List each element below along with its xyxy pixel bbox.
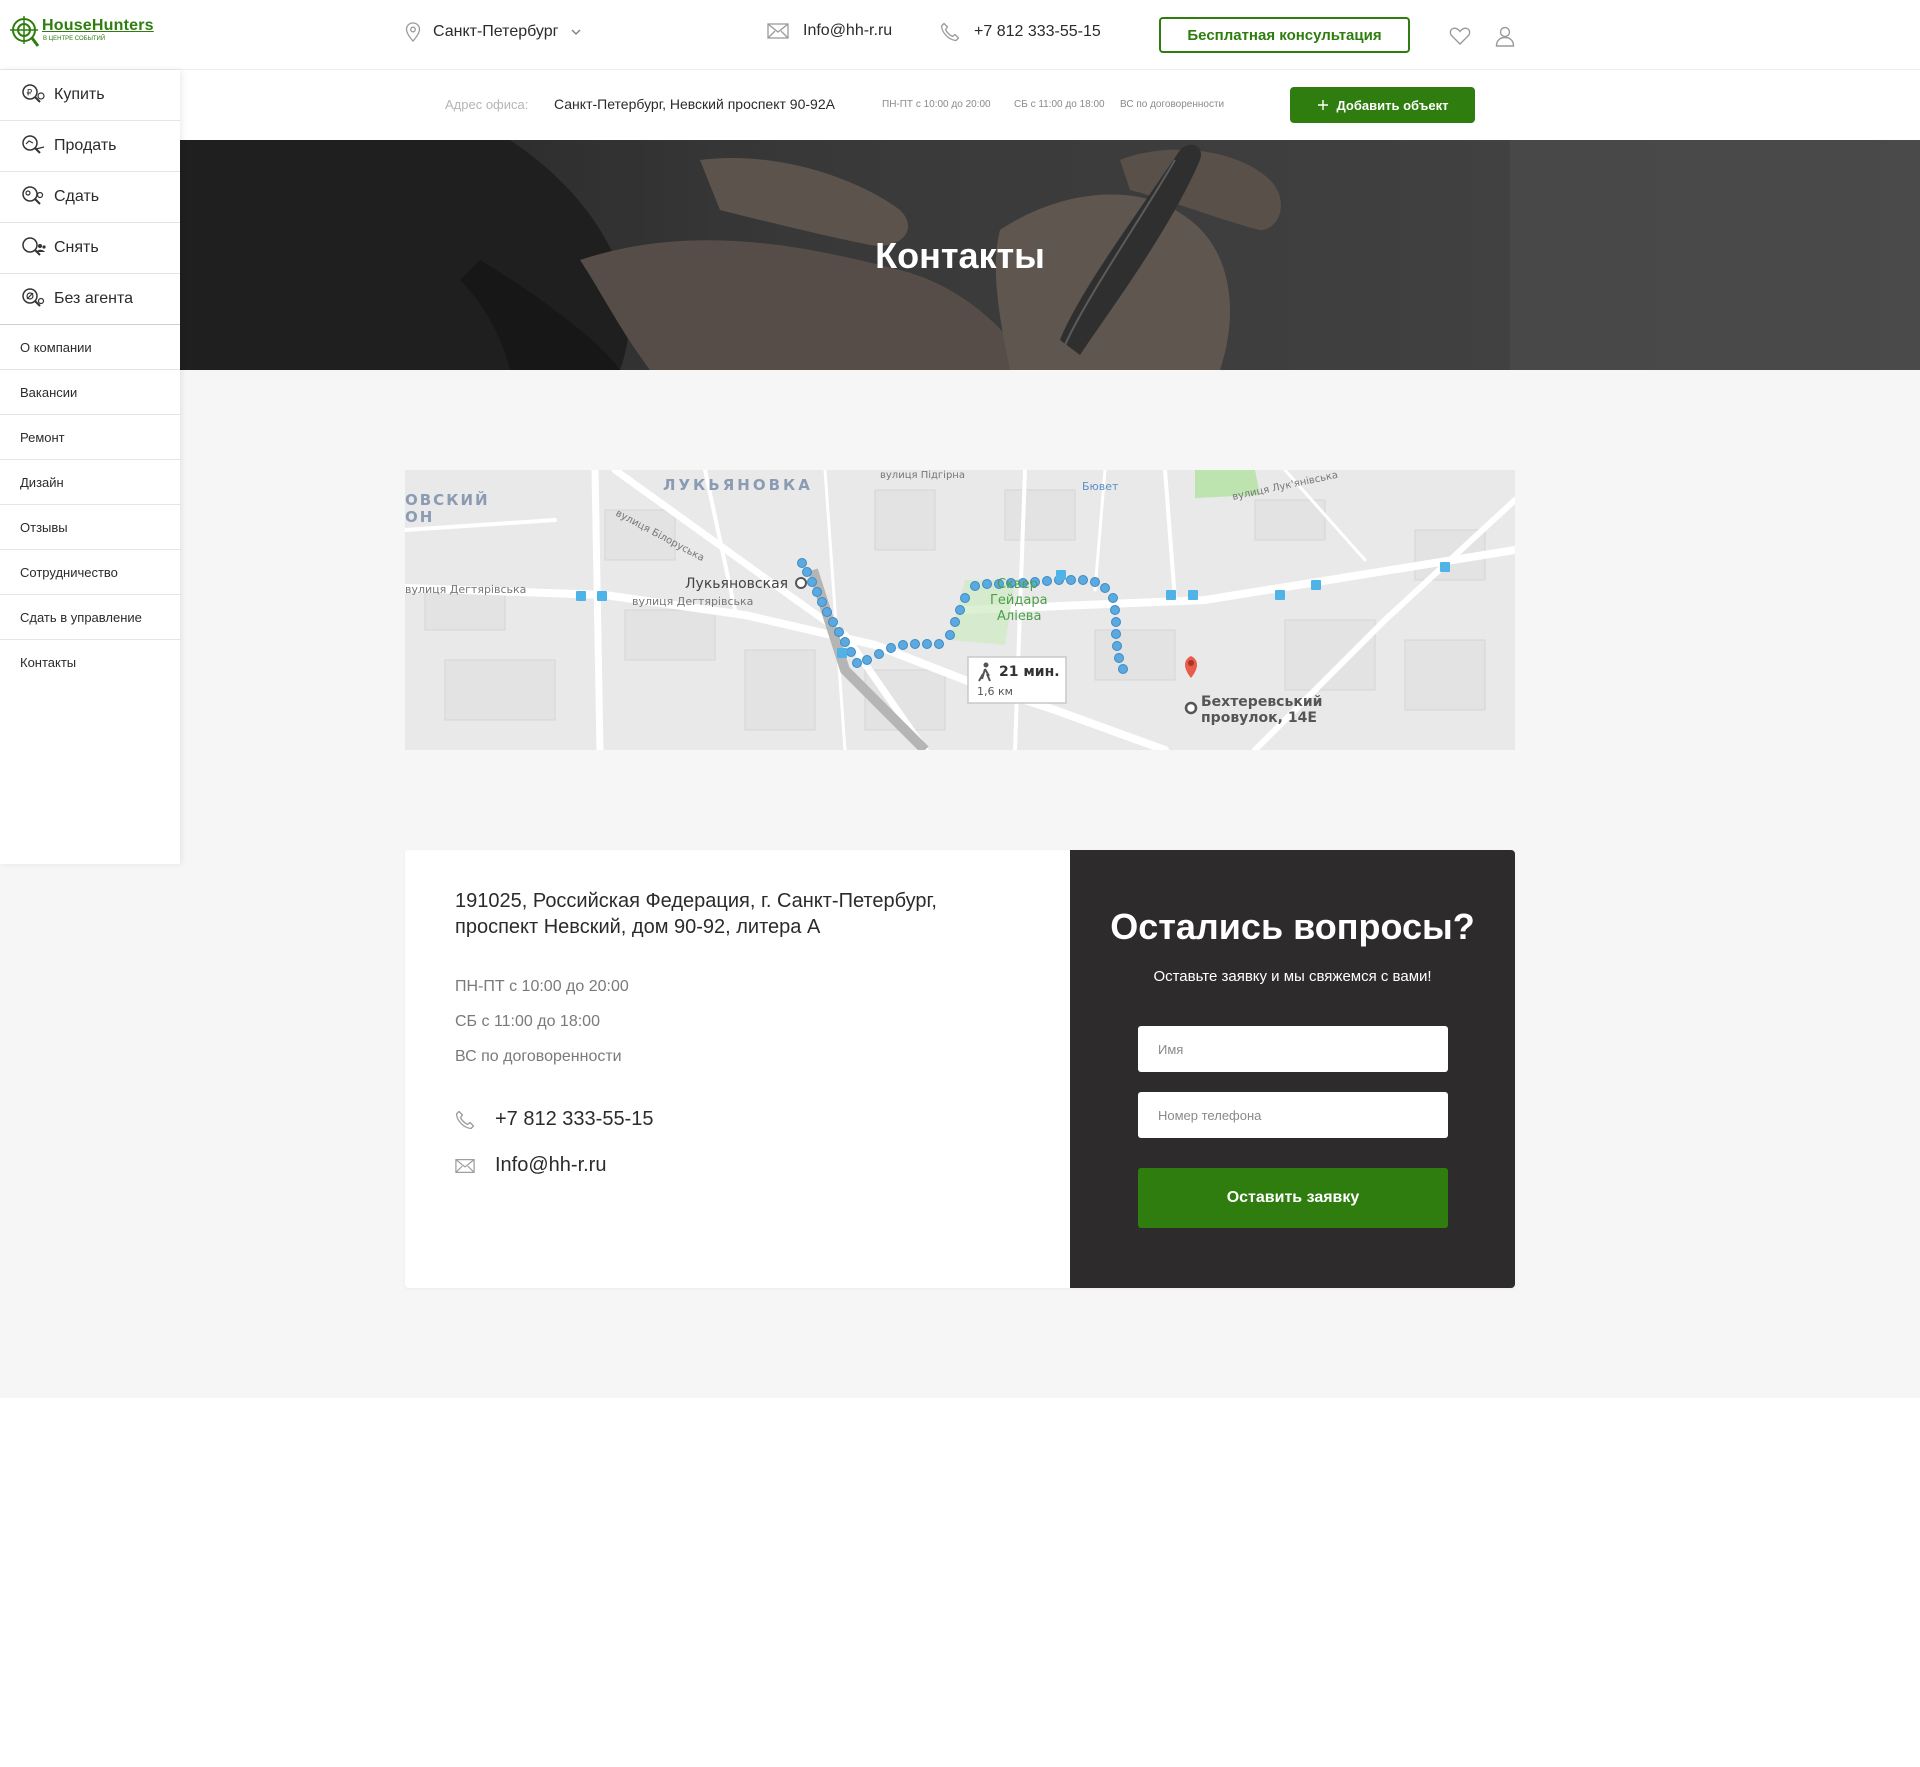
sidebar-item-label: Купить [54,86,105,103]
city-name: Санкт-Петербург [433,23,559,40]
map-route-distance: 1,6 км [977,685,1013,698]
map-street-label: вулиця Дегтярівська [632,595,753,608]
user-icon[interactable] [1493,24,1517,48]
hours-saturday: СБ с 11:00 до 18:00 [455,1013,600,1030]
office-info-bar: Адрес офиса: Санкт-Петербург, Невский пр… [405,70,1515,140]
sidebar-item-repair[interactable]: Ремонт [0,415,180,460]
search-noagent-icon [22,288,45,307]
sidebar-item-label: Сдать [54,188,100,205]
contact-phone-text: +7 812 333-55-15 [495,1108,654,1130]
logo-tagline: В ЦЕНТРЕ СОБЫТИЙ [43,36,106,42]
svg-text:₽: ₽ [27,89,33,99]
contact-phone[interactable]: +7 812 333-55-15 [455,1108,653,1131]
logo-text: HouseHunters [42,17,154,34]
header-phone-text: +7 812 333-55-15 [974,23,1101,40]
contacts-info: 191025, Российская Федерация, г. Санкт-П… [405,850,1070,1288]
page-title: Контакты [875,235,1045,276]
submit-request-button[interactable]: Оставить заявку [1138,1168,1448,1228]
phone-input[interactable] [1138,1092,1448,1138]
form-subtitle: Оставьте заявку и мы свяжемся с вами! [1153,968,1432,985]
plus-icon [1317,100,1328,110]
full-address: 191025, Российская Федерация, г. Санкт-П… [455,888,1015,940]
route-map[interactable]: ЛУКЬЯНОВКА ОВСКИЙ ОН Лукьяновская Сквер … [405,470,1515,750]
free-consultation-button[interactable]: Бесплатная консультация [1159,17,1410,53]
sidebar-item-rent[interactable]: Снять [0,223,180,274]
full-address-line-1: 191025, Российская Федерация, г. Санкт-П… [455,890,937,912]
callback-form: Остались вопросы? Оставьте заявку и мы с… [1070,850,1515,1288]
sidebar-item-vacancies[interactable]: Вакансии [0,370,180,415]
contact-email[interactable]: Info@hh-r.ru [455,1154,606,1177]
header-email-text: Info@hh-r.ru [803,22,893,39]
sidebar-item-label: Без агента [54,290,133,307]
add-object-label: Добавить объект [1336,97,1449,113]
hours-sunday: ВС по договоренности [455,1048,622,1065]
sidebar-item-buy[interactable]: ₽ Купить [0,70,180,121]
add-object-button[interactable]: Добавить объект [1290,87,1475,123]
office-address-label: Адрес офиса: [445,97,529,112]
city-selector[interactable]: Санкт-Петербург [405,22,582,42]
search-keys-icon [22,186,44,205]
map-label-destination-1: Бехтеревський [1201,694,1322,710]
map-canvas: ЛУКЬЯНОВКА ОВСКИЙ ОН Лукьяновская Сквер … [405,470,1515,750]
sidebar-item-cooperation[interactable]: Сотрудничество [0,550,180,595]
sidebar-item-no-agent[interactable]: Без агента [0,274,180,325]
map-label-district: ЛУКЬЯНОВКА [663,476,813,494]
office-hours-saturday: СБ с 11:00 до 18:00 [1014,99,1105,110]
sidebar-item-rent-out[interactable]: Сдать [0,172,180,223]
contact-email-text: Info@hh-r.ru [495,1154,607,1176]
sidebar-item-design[interactable]: Дизайн [0,460,180,505]
sidebar: ₽ Купить Продать Сдать Снять Без агента … [0,70,180,864]
sidebar-item-sell[interactable]: Продать [0,121,180,172]
search-money-icon: ₽ [22,84,45,103]
phone-icon [455,1110,475,1129]
logo[interactable]: HouseHunters В ЦЕНТРЕ СОБЫТИЙ [10,14,180,54]
office-address: Санкт-Петербург, Невский проспект 90-92А [554,96,835,112]
map-label-district-left: ОВСКИЙ [405,490,490,509]
heart-icon[interactable] [1448,24,1472,48]
sidebar-item-management[interactable]: Сдать в управление [0,595,180,640]
contacts-card: 191025, Российская Федерация, г. Санкт-П… [405,850,1515,1288]
form-title: Остались вопросы? [1110,906,1475,947]
hours-weekday: ПН-ПТ с 10:00 до 20:00 [455,978,629,995]
map-label-district-left-2: ОН [405,508,434,526]
header-phone[interactable]: +7 812 333-55-15 [940,22,1101,42]
mail-icon [767,23,789,39]
hero-banner: Контакты [180,140,1920,370]
search-hand-icon [22,135,45,154]
phone-icon [940,22,960,42]
location-pin-icon [405,22,421,42]
sidebar-item-label: Снять [54,239,99,256]
map-street-label: вулиця Підгірна [880,470,965,481]
mail-icon [455,1158,475,1173]
logo-icon [10,16,40,47]
site-header: HouseHunters В ЦЕНТРЕ СОБЫТИЙ Санкт-Пете… [0,0,1920,70]
sidebar-item-reviews[interactable]: Отзывы [0,505,180,550]
sidebar-item-contacts[interactable]: Контакты [0,640,180,685]
sidebar-item-about[interactable]: О компании [0,325,180,370]
map-label-park-3: Аліева [997,609,1041,624]
search-people-icon [22,237,46,256]
map-label-park-1: Сквер [997,577,1038,592]
full-address-line-2: проспект Невский, дом 90-92, литера А [455,916,821,938]
map-street-label: вулиця Дегтярівська [405,583,526,596]
map-label-park-2: Гейдара [990,593,1048,608]
chevron-down-icon [572,29,581,35]
header-email[interactable]: Info@hh-r.ru [767,22,892,40]
office-hours-weekday: ПН-ПТ с 10:00 до 20:00 [882,99,991,110]
name-input[interactable] [1138,1026,1448,1072]
map-label-destination-2: провулок, 14Е [1201,710,1317,726]
sidebar-item-label: Продать [54,137,117,154]
map-poi-label: Бювет [1082,480,1119,493]
map-route-time: 21 мин. [999,664,1060,680]
map-label-station: Лукьяновская [685,576,788,592]
office-hours-sunday: ВС по договоренности [1120,99,1225,110]
